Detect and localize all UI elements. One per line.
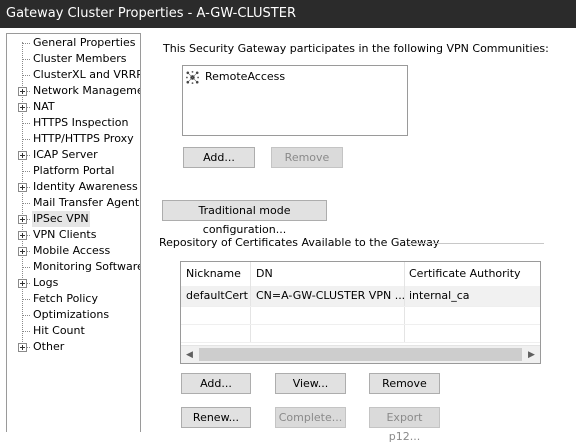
column-divider	[250, 262, 251, 342]
expand-plus-icon[interactable]	[18, 247, 27, 256]
window-title: Gateway Cluster Properties - A-GW-CLUSTE…	[6, 6, 296, 21]
cell-nickname: defaultCert	[186, 289, 248, 302]
expand-plus-icon[interactable]	[18, 279, 27, 288]
tree-item-label: Identity Awareness	[33, 180, 138, 193]
tree-item-label: HTTP/HTTPS Proxy	[33, 132, 134, 145]
tree-connector	[22, 75, 30, 76]
traditional-mode-configuration-button[interactable]: Traditional mode configuration...	[162, 200, 327, 236]
column-divider	[404, 262, 405, 342]
tree-item[interactable]: Identity Awareness	[7, 179, 140, 195]
tree-item[interactable]: Platform Portal	[7, 163, 140, 179]
view-certificate-button[interactable]: View...	[275, 373, 346, 394]
tree-item[interactable]: IPSec VPN	[7, 211, 140, 227]
expand-plus-icon[interactable]	[18, 231, 27, 240]
column-header-nickname[interactable]: Nickname	[181, 262, 250, 286]
tree-item[interactable]: Logs	[7, 275, 140, 291]
tree-item-label: IPSec VPN	[32, 211, 90, 227]
tree-item[interactable]: Hit Count	[7, 323, 140, 339]
tree-connector	[22, 123, 30, 124]
tree-item[interactable]: Optimizations	[7, 307, 140, 323]
tree-connector	[22, 59, 30, 60]
community-item-remoteaccess[interactable]: RemoteAccess	[205, 70, 285, 83]
tree-item[interactable]: HTTPS Inspection	[7, 115, 140, 131]
tree-item[interactable]: ClusterXL and VRRP	[7, 67, 141, 83]
renew-certificate-button[interactable]: Renew...	[181, 407, 251, 428]
cell-certificate-authority: internal_ca	[409, 289, 470, 302]
tree-item-label: Logs	[33, 276, 59, 289]
tree-connector	[22, 267, 30, 268]
tree-connector	[22, 43, 30, 44]
tree-item-label: Platform Portal	[33, 164, 115, 177]
tree-item-label: Other	[33, 340, 65, 353]
tree-item[interactable]: Other	[7, 339, 140, 355]
tree-item-label: General Properties	[33, 36, 136, 49]
row-divider	[181, 324, 540, 325]
tree-connector	[22, 299, 30, 300]
expand-plus-icon[interactable]	[18, 87, 27, 96]
certificates-table[interactable]: Nickname DN Certificate Authority defaul…	[180, 261, 541, 364]
communities-description: This Security Gateway participates in th…	[163, 42, 549, 55]
tree-item-label: ClusterXL and VRRP	[33, 68, 141, 81]
tree-item[interactable]: VPN Clients	[7, 227, 140, 243]
tree-connector	[22, 331, 30, 332]
horizontal-scrollbar[interactable]: ◀ ▶	[181, 345, 540, 363]
tree-connector	[22, 203, 30, 204]
tree-connector	[22, 315, 30, 316]
tree-item-label: Hit Count	[33, 324, 85, 337]
tree-item[interactable]: Mail Transfer Agent	[7, 195, 140, 211]
expand-plus-icon[interactable]	[18, 151, 27, 160]
window-title-bar: Gateway Cluster Properties - A-GW-CLUSTE…	[0, 0, 576, 28]
tree-item[interactable]: Monitoring Software bla	[7, 259, 141, 275]
tree-item[interactable]: General Properties	[7, 35, 140, 51]
remote-access-community-icon	[186, 71, 199, 84]
remove-community-button[interactable]: Remove	[271, 147, 343, 168]
tree-connector	[22, 171, 30, 172]
tree-item-label: Cluster Members	[33, 52, 127, 65]
tree-item[interactable]: Fetch Policy	[7, 291, 140, 307]
export-p12-button[interactable]: Export p12...	[369, 407, 440, 443]
tree-item[interactable]: Mobile Access	[7, 243, 140, 259]
tree-item[interactable]: NAT	[7, 99, 140, 115]
table-header: Nickname DN Certificate Authority	[181, 262, 540, 287]
certificates-group-title: Repository of Certificates Available to …	[159, 236, 440, 249]
row-divider	[181, 342, 540, 343]
tree-item-label: VPN Clients	[33, 228, 97, 241]
tree-item-label: Fetch Policy	[33, 292, 98, 305]
complete-certificate-button[interactable]: Complete...	[275, 407, 346, 428]
tree-item[interactable]: HTTP/HTTPS Proxy	[7, 131, 140, 147]
tree-item-label: Mail Transfer Agent	[33, 196, 140, 209]
column-header-certificate-authority[interactable]: Certificate Authority	[404, 262, 540, 286]
scroll-right-icon[interactable]: ▶	[523, 346, 540, 363]
tree-item-label: NAT	[33, 100, 55, 113]
scrollbar-thumb[interactable]	[199, 348, 522, 361]
remove-certificate-button[interactable]: Remove	[369, 373, 440, 394]
cell-dn: CN=A-GW-CLUSTER VPN ...	[256, 289, 404, 302]
expand-plus-icon[interactable]	[18, 343, 27, 352]
tree-item-label: HTTPS Inspection	[33, 116, 129, 129]
tree-item[interactable]: Network Management	[7, 83, 140, 99]
tree-item[interactable]: ICAP Server	[7, 147, 140, 163]
tree-item-label: ICAP Server	[33, 148, 98, 161]
expand-plus-icon[interactable]	[18, 103, 27, 112]
group-divider	[408, 243, 544, 244]
tree-item-label: Mobile Access	[33, 244, 111, 257]
tree-item-label: Optimizations	[33, 308, 110, 321]
scroll-left-icon[interactable]: ◀	[181, 346, 198, 363]
row-divider	[181, 306, 540, 307]
tree-connector	[22, 139, 30, 140]
table-row[interactable]: defaultCert CN=A-GW-CLUSTER VPN ... inte…	[181, 286, 540, 306]
tree-item-label: Network Management	[33, 84, 140, 97]
navigation-tree: General Properties Cluster Members Cluster…	[6, 33, 141, 432]
add-community-button[interactable]: Add...	[183, 147, 255, 168]
expand-plus-icon[interactable]	[18, 215, 27, 224]
expand-plus-icon[interactable]	[18, 183, 27, 192]
column-header-dn[interactable]: DN	[251, 262, 404, 286]
tree-item[interactable]: Cluster Members	[7, 51, 140, 67]
vpn-communities-list[interactable]: RemoteAccess	[182, 65, 408, 136]
add-certificate-button[interactable]: Add...	[181, 373, 251, 394]
tree-item-label: Monitoring Software bla	[33, 260, 141, 273]
